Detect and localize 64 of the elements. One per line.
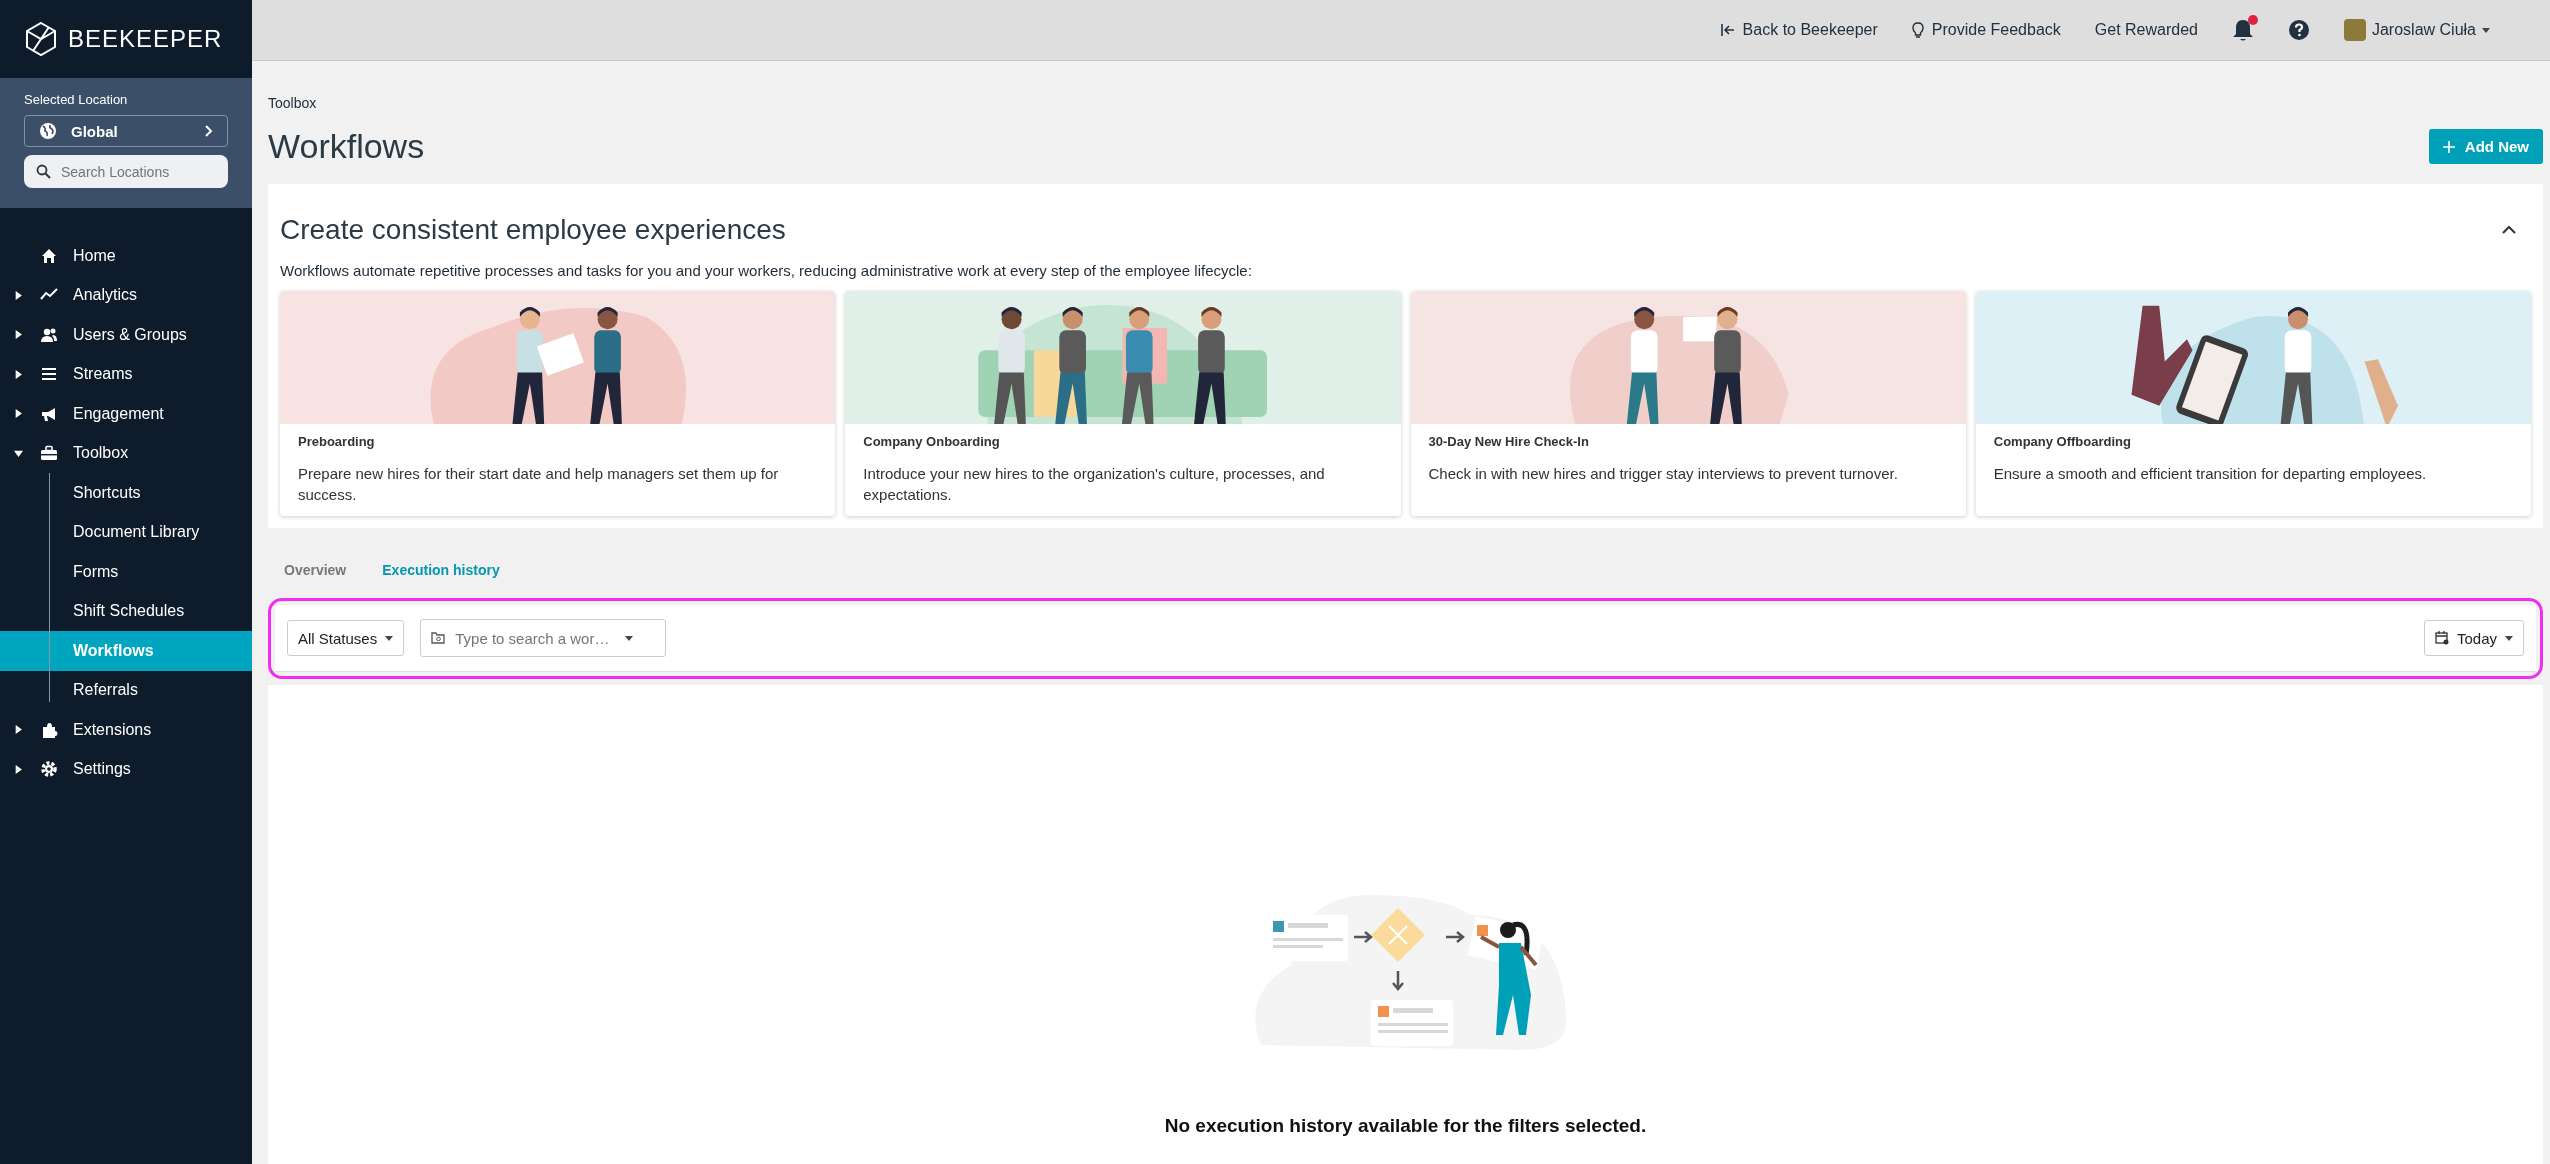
location-selector[interactable]: Global xyxy=(24,115,228,147)
location-label: Selected Location xyxy=(24,92,129,107)
topbar-link[interactable]: Provide Feedback xyxy=(1911,21,2061,39)
help-icon[interactable] xyxy=(2287,19,2310,41)
caret-icon xyxy=(625,635,634,641)
nav-item[interactable]: Home xyxy=(0,236,252,276)
topbar-link[interactable]: Back to Beekeeper xyxy=(1720,21,1878,39)
breadcrumb[interactable]: Toolbox xyxy=(268,95,2543,111)
template-card[interactable]: 30-Day New Hire Check-In Check in with new hires and trigger stay interviews to prevent turnover. xyxy=(1410,291,1966,516)
location-search-input[interactable]: Search Locations xyxy=(59,162,216,181)
caret-icon xyxy=(385,635,394,641)
chevron-up-icon[interactable] xyxy=(2501,224,2517,236)
caret-icon xyxy=(2482,27,2490,33)
template-card[interactable]: Preboarding Prepare new hires for their start date and help managers set them up for success. xyxy=(280,291,836,516)
globe-icon xyxy=(39,122,57,140)
template-title: Company Onboarding xyxy=(863,434,1001,449)
nav-item[interactable]: Toolbox xyxy=(0,433,252,473)
hexagon-logo-icon xyxy=(24,21,58,57)
template-title: Preboarding xyxy=(298,434,376,449)
plus-icon xyxy=(2442,140,2455,153)
nav-item[interactable]: Engagement xyxy=(0,394,252,434)
nav-item[interactable]: Analytics xyxy=(0,275,252,315)
nav-subitem[interactable]: Forms xyxy=(0,552,252,592)
nav-icon xyxy=(40,720,58,739)
location-search-field[interactable]: Search Locations xyxy=(24,155,228,188)
nav-subitem[interactable]: Referrals xyxy=(0,670,252,710)
workflow-search-field[interactable]: Type to search a wor… xyxy=(420,619,667,657)
empty-state-message: No execution history available for the filters selected. xyxy=(1164,1115,1647,1137)
user-menu[interactable]: Jaroslaw Ciuła xyxy=(2343,19,2490,41)
nav-item[interactable]: Users & Groups xyxy=(0,315,252,355)
template-description: Check in with new hires and trigger stay interviews to prevent turnover. xyxy=(1428,464,1899,484)
nav-subitem[interactable]: Shift Schedules xyxy=(0,591,252,631)
nav-item[interactable]: Streams xyxy=(0,354,252,394)
lightbulb-icon xyxy=(1911,22,1924,38)
status-dropdown[interactable]: All Statuses xyxy=(287,620,405,656)
topbar-link[interactable]: Get Rewarded xyxy=(2094,21,2198,39)
template-description: Introduce your new hires to the organization's culture, processes, and expectations. xyxy=(863,464,1326,505)
nav-item[interactable]: Extensions xyxy=(0,710,252,750)
template-card[interactable]: Company Offboarding Ensure a smooth and efficient transition for departing employees. xyxy=(1975,291,2531,516)
tab[interactable]: Overview xyxy=(284,556,347,584)
template-title: Company Offboarding xyxy=(1993,434,2132,449)
nav-subitem[interactable]: Shortcuts xyxy=(0,473,252,513)
intro-description: Workflows automate repetitive processes and tasks for you and your workers, reducing administrative work at every step of the employee lifecycle: xyxy=(280,262,1253,279)
nav-icon xyxy=(40,444,58,463)
template-description: Prepare new hires for their start date and help managers set them up for success. xyxy=(298,464,780,505)
nav-subitem[interactable]: Document Library xyxy=(0,512,252,552)
intro-title: Create consistent employee experiences xyxy=(280,214,786,246)
page-title: Workflows xyxy=(268,127,425,166)
search-icon xyxy=(36,164,51,179)
folder-icon xyxy=(431,632,446,644)
template-card[interactable]: Company Onboarding Introduce your new hires to the organization's culture, processes, and expectations. xyxy=(845,291,1401,516)
avatar xyxy=(2343,19,2366,41)
bell-icon xyxy=(2231,18,2254,42)
date-dropdown[interactable]: Today xyxy=(2423,620,2524,656)
nav-item[interactable]: Settings xyxy=(0,749,252,789)
chevron-right-icon xyxy=(205,125,213,137)
arrow-left-bar-icon xyxy=(1720,23,1735,37)
brand-name: BEEKEEPER xyxy=(68,25,223,53)
calendar-icon xyxy=(2434,631,2449,645)
nav-icon xyxy=(40,246,58,265)
nav-icon xyxy=(40,760,58,779)
template-description: Ensure a smooth and efficient transition for departing employees. xyxy=(1993,464,2428,484)
template-title: 30-Day New Hire Check-In xyxy=(1428,434,1590,449)
caret-icon xyxy=(2505,635,2513,641)
